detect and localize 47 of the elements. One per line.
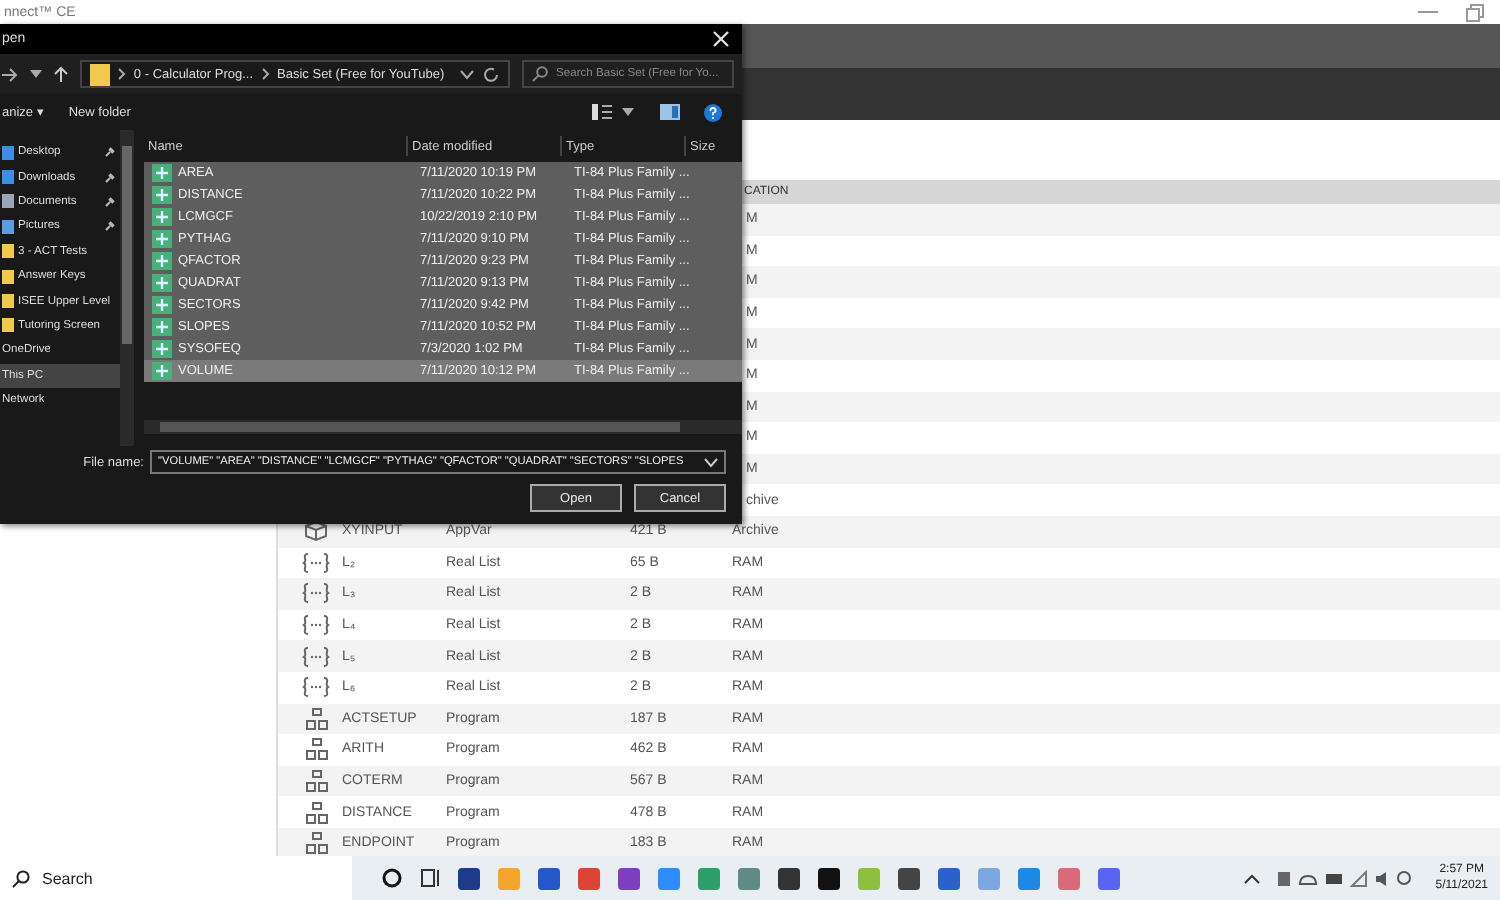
braces-icon xyxy=(302,645,330,668)
search-icon xyxy=(12,869,30,887)
chevron-up-icon[interactable] xyxy=(1243,873,1260,883)
braces-icon xyxy=(302,582,330,605)
file-icon xyxy=(152,340,172,358)
task-view-icon[interactable] xyxy=(420,868,440,888)
app-icon[interactable] xyxy=(458,867,480,889)
app-icon[interactable] xyxy=(778,867,800,889)
file-icon xyxy=(152,252,172,270)
chevron-icon xyxy=(117,68,126,80)
up-arrow-icon[interactable] xyxy=(54,66,68,82)
braces-icon xyxy=(302,551,330,574)
file-icon xyxy=(152,318,172,336)
file-icon xyxy=(152,274,172,292)
blocks-icon xyxy=(305,769,327,792)
file-icon xyxy=(152,230,172,248)
search-icon xyxy=(532,66,548,82)
forward-arrow-icon[interactable] xyxy=(2,67,18,81)
app-icon[interactable] xyxy=(898,867,920,889)
caret-icon xyxy=(704,457,718,467)
file-icon xyxy=(152,164,172,182)
cube-icon xyxy=(304,520,328,543)
scrollbar[interactable] xyxy=(144,420,742,434)
restore-icon[interactable] xyxy=(1466,3,1484,21)
minimize-icon[interactable] xyxy=(1418,6,1438,18)
file-icon xyxy=(152,208,172,226)
braces-icon xyxy=(302,676,330,699)
help-icon[interactable] xyxy=(704,103,722,121)
chevron-icon xyxy=(261,68,270,80)
caret-icon[interactable] xyxy=(460,69,475,79)
file-icon xyxy=(152,296,172,314)
view-options-icon[interactable] xyxy=(592,104,636,120)
scrollbar[interactable] xyxy=(120,130,134,446)
app-icon[interactable] xyxy=(818,867,840,889)
file-icon xyxy=(152,362,172,380)
search-field[interactable]: Search xyxy=(0,856,352,900)
refresh-icon[interactable] xyxy=(482,65,500,83)
braces-icon xyxy=(302,614,330,637)
close-icon[interactable] xyxy=(712,30,730,48)
folder-icon xyxy=(90,63,110,85)
blocks-icon xyxy=(305,801,327,824)
blocks-icon xyxy=(305,832,327,855)
blocks-icon xyxy=(305,707,327,730)
blocks-icon xyxy=(305,738,327,761)
preview-pane-icon[interactable] xyxy=(660,104,680,120)
file-icon xyxy=(152,186,172,204)
circle-icon[interactable] xyxy=(382,868,402,888)
